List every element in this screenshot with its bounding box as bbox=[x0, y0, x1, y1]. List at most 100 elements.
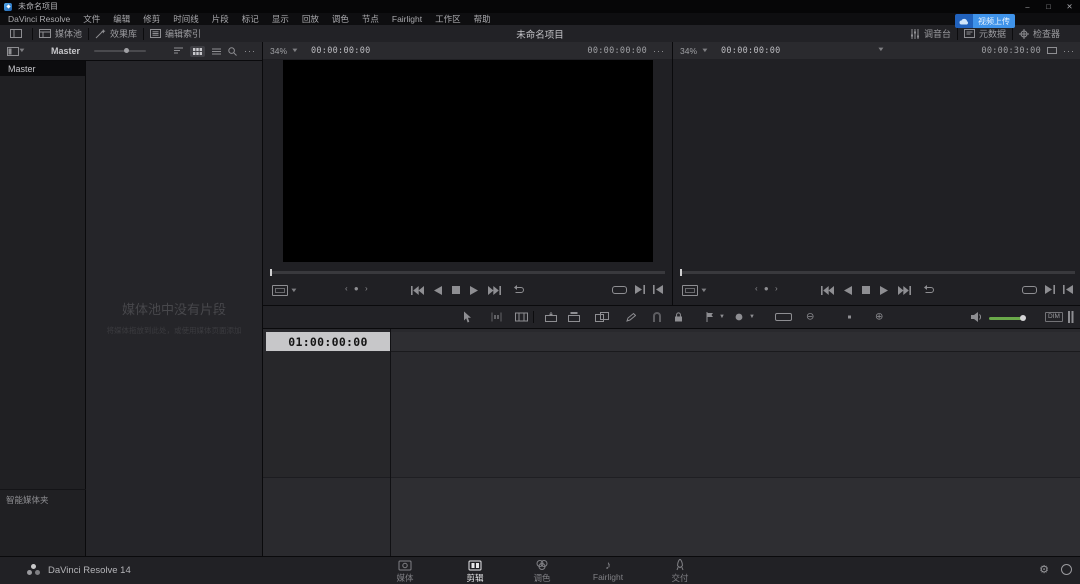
menu-item[interactable]: 编辑 bbox=[113, 13, 130, 25]
sort-icon[interactable] bbox=[174, 47, 183, 55]
timeline-viewer-options-icon[interactable]: ··· bbox=[1063, 46, 1075, 56]
lock-icon[interactable] bbox=[674, 312, 683, 322]
menu-item[interactable]: 时间线 bbox=[173, 13, 199, 25]
last-frame-button[interactable] bbox=[488, 285, 501, 295]
menu-item[interactable]: 帮助 bbox=[474, 13, 491, 25]
menu-item[interactable]: DaVinci Resolve bbox=[8, 14, 70, 24]
step-back-button[interactable] bbox=[434, 285, 442, 295]
source-viewer-options-icon[interactable]: ··· bbox=[653, 46, 665, 56]
grid-view-icon[interactable] bbox=[190, 45, 205, 57]
fullscreen-icon[interactable] bbox=[1047, 47, 1057, 54]
edit-index-button[interactable]: 编辑索引 bbox=[144, 25, 207, 42]
tab-color[interactable]: 调色 bbox=[510, 559, 574, 584]
play-button[interactable] bbox=[470, 285, 478, 295]
timeline-current-timecode[interactable]: 00:00:00:00 bbox=[721, 46, 781, 56]
timeline-scrubber-bar[interactable] bbox=[680, 271, 1075, 274]
bin-item-master[interactable]: Master bbox=[0, 61, 85, 76]
speaker-icon[interactable] bbox=[971, 312, 983, 322]
zoom-plus-icon[interactable]: ⊕ bbox=[875, 312, 883, 323]
chevron-down-icon[interactable]: ▼ bbox=[719, 314, 725, 320]
media-page-icon bbox=[373, 559, 437, 571]
maximize-button[interactable]: □ bbox=[1038, 0, 1059, 13]
menu-item[interactable]: 节点 bbox=[362, 13, 379, 25]
flag-icon[interactable] bbox=[706, 312, 714, 322]
menu-item[interactable]: 标记 bbox=[242, 13, 259, 25]
blade-edit-mode-icon[interactable] bbox=[515, 312, 528, 322]
viewer-area: 34% ▼ 00:00:00:00 00:00:00:00 ··· ▼ ‹ ● … bbox=[262, 42, 1080, 305]
first-frame-button[interactable] bbox=[411, 285, 424, 295]
dim-button[interactable]: DIM bbox=[1045, 312, 1063, 322]
menu-item[interactable]: 回放 bbox=[302, 13, 319, 25]
zoom-level-select[interactable]: 34% bbox=[270, 46, 287, 56]
source-scrubber-bar[interactable] bbox=[270, 271, 665, 274]
chevron-down-icon[interactable]: ▼ bbox=[749, 314, 755, 320]
empty-state-title: 媒体池中没有片段 bbox=[121, 302, 226, 317]
play-to-out-button[interactable] bbox=[1045, 285, 1055, 294]
chevron-down-icon[interactable]: ▼ bbox=[701, 48, 709, 54]
first-frame-button[interactable] bbox=[821, 285, 834, 295]
marker-icon[interactable] bbox=[735, 313, 743, 321]
insert-clip-icon[interactable] bbox=[545, 312, 557, 322]
selection-tool-icon[interactable] bbox=[463, 311, 471, 323]
audio-meters-icon[interactable] bbox=[1068, 311, 1074, 323]
thumbnail-size-slider[interactable] bbox=[93, 48, 146, 53]
loop-button[interactable] bbox=[921, 285, 934, 295]
loop-button[interactable] bbox=[511, 285, 524, 295]
mixer-button[interactable]: 调音台 bbox=[904, 25, 957, 42]
project-manager-icon[interactable] bbox=[1061, 564, 1072, 575]
menu-item[interactable]: 片段 bbox=[212, 13, 229, 25]
circle-minus-icon[interactable]: ⊖ bbox=[806, 312, 814, 323]
project-settings-gear-icon[interactable]: ⚙ bbox=[1039, 563, 1049, 576]
menu-item[interactable]: 修剪 bbox=[143, 13, 160, 25]
loop-range-icon[interactable] bbox=[1022, 285, 1037, 294]
play-to-out-button[interactable] bbox=[635, 285, 645, 294]
effects-library-button[interactable]: 效果库 bbox=[89, 25, 143, 42]
search-icon[interactable] bbox=[228, 46, 237, 56]
menu-item[interactable]: 文件 bbox=[83, 13, 100, 25]
timeline-viewer-playhead[interactable] bbox=[680, 269, 682, 276]
chevron-down-icon[interactable]: ▼ bbox=[291, 48, 299, 54]
overwrite-clip-icon[interactable] bbox=[568, 312, 580, 322]
media-pool-options-icon[interactable]: ··· bbox=[244, 46, 256, 56]
zoom-level-select[interactable]: 34% bbox=[680, 46, 697, 56]
media-pool-browser[interactable]: 媒体池中没有片段 将媒体拖放到此处，或使用媒体页面添加 bbox=[86, 61, 262, 557]
media-pool-button[interactable]: 媒体池 bbox=[33, 25, 88, 42]
pencil-icon[interactable] bbox=[626, 312, 636, 322]
tab-edit[interactable]: 剪辑 bbox=[443, 559, 507, 584]
snap-magnet-icon[interactable] bbox=[652, 312, 662, 322]
in-out-range-icon[interactable] bbox=[775, 313, 792, 321]
chevron-down-icon[interactable]: ▼ bbox=[18, 48, 26, 54]
trim-mode-icon[interactable] bbox=[491, 312, 502, 322]
timeline-select-chevron-icon[interactable]: ▼ bbox=[876, 47, 884, 53]
timeline-timecode-field[interactable]: 01:00:00:00 bbox=[266, 332, 390, 351]
menu-item[interactable]: 工作区 bbox=[435, 13, 461, 25]
minimize-button[interactable]: – bbox=[1017, 0, 1038, 13]
timeline-ruler[interactable] bbox=[391, 332, 1080, 352]
play-button[interactable] bbox=[880, 285, 888, 295]
play-to-in-button[interactable] bbox=[653, 285, 663, 294]
tab-media[interactable]: 媒体 bbox=[373, 559, 437, 584]
source-playhead[interactable] bbox=[270, 269, 272, 276]
stop-button[interactable] bbox=[452, 286, 460, 294]
upload-badge-label: 视频上传 bbox=[973, 14, 1015, 28]
media-pool-label: 媒体池 bbox=[55, 29, 83, 39]
upload-overlay-badge[interactable]: 视频上传 bbox=[955, 14, 1015, 28]
last-frame-button[interactable] bbox=[898, 285, 911, 295]
menu-item[interactable]: Fairlight bbox=[392, 14, 422, 24]
ui-layout-icon[interactable] bbox=[10, 29, 22, 38]
loop-range-icon[interactable] bbox=[612, 285, 627, 294]
source-current-timecode[interactable]: 00:00:00:00 bbox=[311, 46, 371, 56]
menu-item[interactable]: 调色 bbox=[332, 13, 349, 25]
list-view-icon[interactable] bbox=[212, 48, 221, 55]
stop-button[interactable] bbox=[862, 286, 870, 294]
close-button[interactable]: ✕ bbox=[1059, 0, 1080, 13]
smart-bins-section[interactable]: 智能媒体夹 bbox=[0, 489, 91, 506]
empty-state: 媒体池中没有片段 将媒体拖放到此处，或使用媒体页面添加 bbox=[86, 299, 262, 336]
inspector-button[interactable]: 检查器 bbox=[1013, 25, 1066, 42]
step-back-button[interactable] bbox=[844, 285, 852, 295]
play-to-in-button[interactable] bbox=[1063, 285, 1073, 294]
replace-clip-icon[interactable] bbox=[595, 312, 609, 322]
tab-deliver[interactable]: 交付 bbox=[648, 559, 712, 584]
tab-fairlight[interactable]: ♪ Fairlight bbox=[576, 559, 640, 582]
menu-item[interactable]: 显示 bbox=[272, 13, 289, 25]
